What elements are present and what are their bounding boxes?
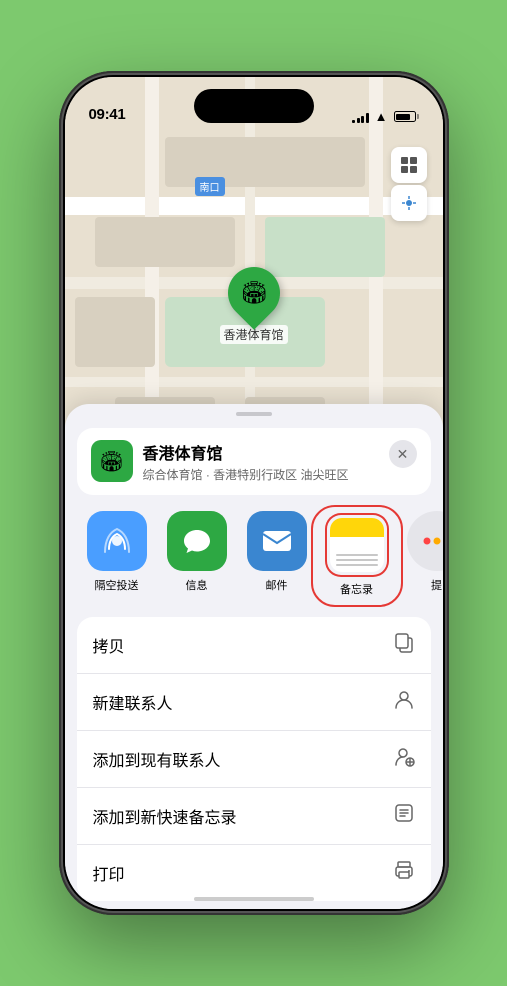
mail-icon — [247, 511, 307, 571]
action-add-existing-contact[interactable]: 添加到现有联系人 — [77, 731, 431, 788]
notes-label: 备忘录 — [340, 581, 373, 597]
map-label-south: 南口 — [195, 177, 225, 196]
action-add-quick-note[interactable]: 添加到新快速备忘录 — [77, 788, 431, 845]
airdrop-icon — [87, 511, 147, 571]
action-add-existing-label: 添加到现有联系人 — [93, 747, 221, 771]
venue-name: 香港体育馆 — [143, 440, 379, 464]
share-item-notes[interactable]: 备忘录 — [317, 511, 397, 601]
print-icon — [393, 859, 415, 887]
action-copy[interactable]: 拷贝 — [77, 617, 431, 674]
phone-screen: 09:41 ▲ — [65, 77, 443, 909]
battery-icon — [394, 111, 419, 122]
dynamic-island — [194, 89, 314, 123]
more-icon — [407, 511, 443, 571]
battery-fill — [396, 114, 410, 120]
add-existing-contact-icon — [393, 745, 415, 773]
notes-icon-inner — [330, 518, 384, 572]
share-item-messages[interactable]: 信息 — [157, 511, 237, 601]
bottom-sheet: 🏟 香港体育馆 综合体育馆 · 香港特别行政区 油尖旺区 ✕ — [65, 404, 443, 909]
venue-info: 香港体育馆 综合体育馆 · 香港特别行政区 油尖旺区 — [143, 440, 379, 483]
messages-icon — [167, 511, 227, 571]
action-new-contact[interactable]: 新建联系人 — [77, 674, 431, 731]
action-copy-label: 拷贝 — [93, 633, 125, 657]
pin-circle: 🏟 — [217, 256, 291, 330]
signal-bar-2 — [357, 118, 360, 123]
home-indicator — [194, 897, 314, 901]
venue-icon: 🏟 — [91, 440, 133, 482]
close-button[interactable]: ✕ — [389, 440, 417, 468]
signal-bars-icon — [352, 111, 369, 123]
action-add-quick-note-label: 添加到新快速备忘录 — [93, 804, 237, 828]
signal-bar-1 — [352, 120, 355, 123]
venue-card: 🏟 香港体育馆 综合体育馆 · 香港特别行政区 油尖旺区 ✕ — [77, 428, 431, 495]
airdrop-label: 隔空投送 — [95, 577, 139, 593]
more-label: 提 — [431, 577, 442, 593]
stadium-pin[interactable]: 🏟 香港体育馆 — [219, 267, 287, 344]
share-item-more[interactable]: 提 — [397, 511, 443, 601]
notes-app-icon — [327, 515, 387, 575]
map-block2 — [95, 217, 235, 267]
map-block5 — [75, 297, 155, 367]
mail-label: 邮件 — [266, 577, 288, 593]
share-item-airdrop[interactable]: 隔空投送 — [77, 511, 157, 601]
notes-line-3 — [336, 564, 378, 566]
notes-line-1 — [336, 554, 378, 556]
action-new-contact-label: 新建联系人 — [93, 690, 173, 714]
action-print[interactable]: 打印 — [77, 845, 431, 901]
quick-note-icon — [393, 802, 415, 830]
new-contact-icon — [393, 688, 415, 716]
battery-body — [394, 111, 416, 122]
action-print-label: 打印 — [93, 861, 125, 885]
status-time: 09:41 — [89, 106, 126, 123]
battery-tip — [417, 114, 419, 119]
venue-subtitle: 综合体育馆 · 香港特别行政区 油尖旺区 — [143, 466, 379, 483]
signal-bar-3 — [361, 116, 364, 123]
map-controls — [391, 147, 427, 221]
share-row: 隔空投送 信息 — [65, 495, 443, 609]
pin-inner-icon: 🏟 — [240, 280, 268, 306]
actions-list: 拷贝 新建联系人 — [77, 617, 431, 901]
phone-frame: 09:41 ▲ — [59, 71, 449, 915]
messages-label: 信息 — [186, 577, 208, 593]
sheet-handle — [236, 412, 272, 416]
map-type-button[interactable] — [391, 147, 427, 183]
location-button[interactable] — [391, 185, 427, 221]
copy-icon — [393, 631, 415, 659]
wifi-icon: ▲ — [375, 110, 388, 123]
share-item-mail[interactable]: 邮件 — [237, 511, 317, 601]
status-icons: ▲ — [352, 110, 418, 123]
notes-line-2 — [336, 559, 378, 561]
signal-bar-4 — [366, 113, 369, 123]
